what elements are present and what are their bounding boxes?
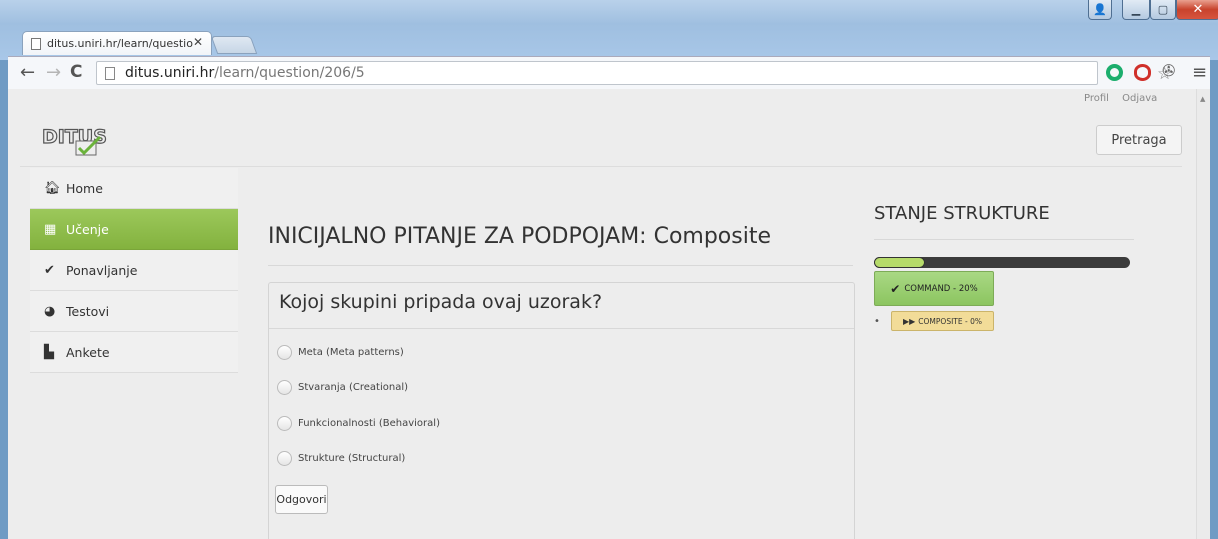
close-window-button[interactable]: ✕ — [1176, 0, 1218, 20]
user-links: Profil Odjava — [1084, 93, 1167, 104]
minimize-button[interactable]: ▁ — [1122, 0, 1150, 20]
page-viewport: Profil Odjava DITUS Pretraga 🏠︎ Home ▦ U… — [8, 89, 1210, 539]
sidebar-item-testovi[interactable]: ◕ Testovi — [30, 291, 238, 332]
sidebar-item-ankete[interactable]: ▙ Ankete — [30, 332, 238, 373]
check-icon: ✔ — [44, 262, 55, 278]
search-button[interactable]: Pretraga — [1096, 125, 1182, 155]
profile-link[interactable]: Profil — [1084, 93, 1109, 104]
concept-label: COMMAND - 20% — [904, 283, 978, 294]
check-icon: ✔ — [890, 281, 901, 296]
tab-title: ditus.uniri.hr/learn/questio — [47, 37, 193, 50]
progress-fill — [874, 257, 926, 268]
concept-command-badge[interactable]: ✔ COMMAND - 20% — [874, 271, 994, 306]
submit-answer-button[interactable]: Odgovori — [275, 485, 328, 514]
scroll-up-icon[interactable]: ▲ — [1200, 95, 1205, 103]
scrollbar[interactable]: ▲ — [1196, 89, 1210, 539]
sidebar-item-label: Testovi — [66, 303, 110, 319]
sidebar-item-label: Ponavljanje — [66, 262, 138, 278]
fast-forward-icon: ▶▶ — [902, 316, 916, 326]
question-panel: Kojoj skupini pripada ovaj uzorak? Meta … — [268, 282, 855, 539]
sidebar-item-ponavljanje[interactable]: ✔ Ponavljanje — [30, 250, 238, 291]
radio-button[interactable] — [277, 451, 292, 466]
site-header: DITUS Pretraga — [20, 111, 1182, 167]
opera-icon[interactable] — [1134, 64, 1151, 81]
list-bullet: • — [874, 316, 880, 327]
radio-button[interactable] — [277, 345, 292, 360]
reload-icon[interactable]: C — [70, 62, 82, 82]
user-profile-icon[interactable]: 👤 — [1088, 0, 1112, 20]
divider — [874, 239, 1134, 240]
menu-icon[interactable]: ≡ — [1192, 62, 1207, 83]
answer-option-behavioral[interactable]: Funkcionalnosti (Behavioral) — [277, 416, 440, 431]
sidebar-item-home[interactable]: 🏠︎ Home — [30, 168, 238, 209]
maximize-button[interactable]: ▢ — [1150, 0, 1176, 20]
book-icon: ▦ — [44, 221, 57, 237]
answer-option-creational[interactable]: Stvaranja (Creational) — [277, 380, 408, 395]
logout-link[interactable]: Odjava — [1122, 93, 1157, 104]
extension-green-icon[interactable] — [1106, 64, 1123, 81]
sidebar-item-label: Home — [66, 180, 103, 196]
option-label: Stvaranja (Creational) — [298, 382, 408, 393]
question-text: Kojoj skupini pripada ovaj uzorak? — [279, 291, 603, 313]
structure-title: STANJE STRUKTURE — [874, 203, 1050, 224]
forward-arrow-icon[interactable]: → — [46, 62, 61, 83]
url-domain: ditus.uniri.hr — [125, 65, 215, 81]
option-label: Meta (Meta patterns) — [298, 347, 404, 358]
clipboard-icon: ▙ — [44, 344, 54, 360]
answer-option-structural[interactable]: Strukture (Structural) — [277, 451, 405, 466]
sidebar-item-label: Učenje — [66, 221, 109, 237]
svg-text:DITUS: DITUS — [42, 126, 107, 148]
divider — [269, 328, 854, 329]
option-label: Funkcionalnosti (Behavioral) — [298, 418, 440, 429]
browser-toolbar: ← → C ditus.uniri.hr/learn/question/206/… — [8, 56, 1210, 89]
page-icon — [31, 38, 41, 50]
concept-composite-badge[interactable]: ▶▶ COMPOSITE - 0% — [891, 311, 994, 331]
home-icon: 🏠︎ — [44, 180, 61, 196]
radio-button[interactable] — [277, 380, 292, 395]
close-tab-icon[interactable]: ✕ — [193, 35, 203, 49]
ditus-logo[interactable]: DITUS — [40, 123, 110, 157]
page-icon — [105, 67, 115, 80]
pie-chart-icon: ◕ — [44, 303, 56, 319]
answer-option-meta[interactable]: Meta (Meta patterns) — [277, 345, 404, 360]
browser-tab[interactable]: ditus.uniri.hr/learn/questio ✕ — [22, 31, 212, 55]
page-title: INICIJALNO PITANJE ZA PODPOJAM: Composit… — [268, 224, 772, 249]
new-tab-button[interactable] — [210, 36, 258, 54]
back-arrow-icon[interactable]: ← — [20, 62, 35, 83]
concept-label: COMPOSITE - 0% — [918, 316, 982, 326]
address-bar[interactable]: ditus.uniri.hr/learn/question/206/5 ☆ — [96, 61, 1172, 85]
sidebar-item-ucenje[interactable]: ▦ Učenje — [30, 209, 238, 250]
window-titlebar: ditus.uniri.hr/learn/questio ✕ 👤 ▁ ▢ ✕ — [0, 0, 1218, 60]
sidebar: 🏠︎ Home ▦ Učenje ✔ Ponavljanje ◕ Testovi… — [30, 168, 238, 373]
structure-progress-bar — [874, 257, 1130, 268]
extension-icon[interactable]: ✇ — [1162, 61, 1179, 80]
url-path: /learn/question/206/5 — [214, 65, 365, 81]
sidebar-item-label: Ankete — [66, 344, 110, 360]
divider — [268, 265, 853, 266]
option-label: Strukture (Structural) — [298, 453, 406, 464]
radio-button[interactable] — [277, 416, 292, 431]
